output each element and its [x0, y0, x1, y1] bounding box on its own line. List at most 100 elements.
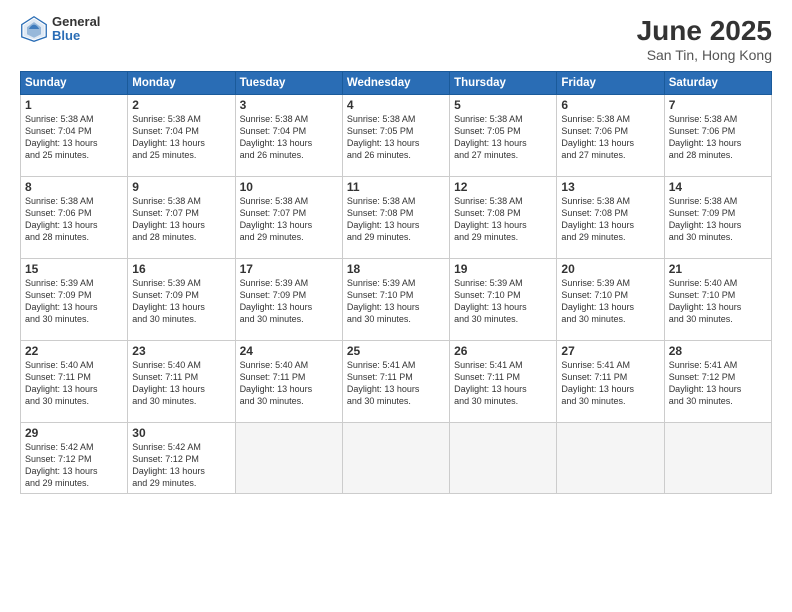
- day-info: Sunrise: 5:38 AMSunset: 7:05 PMDaylight:…: [347, 113, 445, 162]
- page: General Blue June 2025 San Tin, Hong Kon…: [0, 0, 792, 612]
- table-row: [450, 423, 557, 494]
- header: General Blue June 2025 San Tin, Hong Kon…: [20, 15, 772, 63]
- location: San Tin, Hong Kong: [637, 47, 772, 63]
- day-number: 17: [240, 262, 338, 276]
- day-number: 8: [25, 180, 123, 194]
- day-info: Sunrise: 5:39 AMSunset: 7:09 PMDaylight:…: [25, 277, 123, 326]
- table-row: 30Sunrise: 5:42 AMSunset: 7:12 PMDayligh…: [128, 423, 235, 494]
- day-info: Sunrise: 5:40 AMSunset: 7:11 PMDaylight:…: [240, 359, 338, 408]
- table-row: 14Sunrise: 5:38 AMSunset: 7:09 PMDayligh…: [664, 177, 771, 259]
- table-row: [557, 423, 664, 494]
- table-row: 20Sunrise: 5:39 AMSunset: 7:10 PMDayligh…: [557, 259, 664, 341]
- day-info: Sunrise: 5:39 AMSunset: 7:10 PMDaylight:…: [454, 277, 552, 326]
- table-row: 27Sunrise: 5:41 AMSunset: 7:11 PMDayligh…: [557, 341, 664, 423]
- table-row: 11Sunrise: 5:38 AMSunset: 7:08 PMDayligh…: [342, 177, 449, 259]
- table-row: 23Sunrise: 5:40 AMSunset: 7:11 PMDayligh…: [128, 341, 235, 423]
- day-number: 20: [561, 262, 659, 276]
- table-row: 24Sunrise: 5:40 AMSunset: 7:11 PMDayligh…: [235, 341, 342, 423]
- day-info: Sunrise: 5:39 AMSunset: 7:10 PMDaylight:…: [561, 277, 659, 326]
- day-number: 25: [347, 344, 445, 358]
- day-number: 10: [240, 180, 338, 194]
- day-number: 5: [454, 98, 552, 112]
- table-row: 4Sunrise: 5:38 AMSunset: 7:05 PMDaylight…: [342, 95, 449, 177]
- table-row: 15Sunrise: 5:39 AMSunset: 7:09 PMDayligh…: [21, 259, 128, 341]
- day-info: Sunrise: 5:39 AMSunset: 7:10 PMDaylight:…: [347, 277, 445, 326]
- table-row: 26Sunrise: 5:41 AMSunset: 7:11 PMDayligh…: [450, 341, 557, 423]
- calendar-week-4: 22Sunrise: 5:40 AMSunset: 7:11 PMDayligh…: [21, 341, 772, 423]
- day-info: Sunrise: 5:38 AMSunset: 7:06 PMDaylight:…: [25, 195, 123, 244]
- header-wednesday: Wednesday: [342, 72, 449, 95]
- table-row: 18Sunrise: 5:39 AMSunset: 7:10 PMDayligh…: [342, 259, 449, 341]
- day-info: Sunrise: 5:41 AMSunset: 7:11 PMDaylight:…: [347, 359, 445, 408]
- day-info: Sunrise: 5:38 AMSunset: 7:07 PMDaylight:…: [132, 195, 230, 244]
- day-number: 3: [240, 98, 338, 112]
- day-number: 16: [132, 262, 230, 276]
- table-row: 1Sunrise: 5:38 AMSunset: 7:04 PMDaylight…: [21, 95, 128, 177]
- logo-blue-label: Blue: [52, 29, 100, 43]
- table-row: 10Sunrise: 5:38 AMSunset: 7:07 PMDayligh…: [235, 177, 342, 259]
- day-number: 19: [454, 262, 552, 276]
- day-number: 21: [669, 262, 767, 276]
- day-number: 9: [132, 180, 230, 194]
- day-number: 1: [25, 98, 123, 112]
- day-info: Sunrise: 5:38 AMSunset: 7:06 PMDaylight:…: [561, 113, 659, 162]
- day-number: 11: [347, 180, 445, 194]
- day-number: 6: [561, 98, 659, 112]
- day-info: Sunrise: 5:41 AMSunset: 7:12 PMDaylight:…: [669, 359, 767, 408]
- table-row: 28Sunrise: 5:41 AMSunset: 7:12 PMDayligh…: [664, 341, 771, 423]
- calendar-week-5: 29Sunrise: 5:42 AMSunset: 7:12 PMDayligh…: [21, 423, 772, 494]
- calendar-week-2: 8Sunrise: 5:38 AMSunset: 7:06 PMDaylight…: [21, 177, 772, 259]
- header-sunday: Sunday: [21, 72, 128, 95]
- header-friday: Friday: [557, 72, 664, 95]
- day-number: 4: [347, 98, 445, 112]
- day-number: 18: [347, 262, 445, 276]
- title-area: June 2025 San Tin, Hong Kong: [637, 15, 772, 63]
- day-info: Sunrise: 5:38 AMSunset: 7:08 PMDaylight:…: [454, 195, 552, 244]
- header-monday: Monday: [128, 72, 235, 95]
- day-info: Sunrise: 5:39 AMSunset: 7:09 PMDaylight:…: [132, 277, 230, 326]
- day-info: Sunrise: 5:38 AMSunset: 7:04 PMDaylight:…: [240, 113, 338, 162]
- table-row: [235, 423, 342, 494]
- day-number: 7: [669, 98, 767, 112]
- day-number: 13: [561, 180, 659, 194]
- day-number: 14: [669, 180, 767, 194]
- table-row: [342, 423, 449, 494]
- calendar-week-3: 15Sunrise: 5:39 AMSunset: 7:09 PMDayligh…: [21, 259, 772, 341]
- day-number: 15: [25, 262, 123, 276]
- day-number: 24: [240, 344, 338, 358]
- logo-icon: [20, 15, 48, 43]
- day-info: Sunrise: 5:41 AMSunset: 7:11 PMDaylight:…: [454, 359, 552, 408]
- logo-general-label: General: [52, 15, 100, 29]
- day-info: Sunrise: 5:38 AMSunset: 7:08 PMDaylight:…: [347, 195, 445, 244]
- day-number: 28: [669, 344, 767, 358]
- day-number: 23: [132, 344, 230, 358]
- table-row: 13Sunrise: 5:38 AMSunset: 7:08 PMDayligh…: [557, 177, 664, 259]
- day-info: Sunrise: 5:40 AMSunset: 7:11 PMDaylight:…: [132, 359, 230, 408]
- table-row: 25Sunrise: 5:41 AMSunset: 7:11 PMDayligh…: [342, 341, 449, 423]
- day-info: Sunrise: 5:39 AMSunset: 7:09 PMDaylight:…: [240, 277, 338, 326]
- day-info: Sunrise: 5:41 AMSunset: 7:11 PMDaylight:…: [561, 359, 659, 408]
- table-row: 19Sunrise: 5:39 AMSunset: 7:10 PMDayligh…: [450, 259, 557, 341]
- header-thursday: Thursday: [450, 72, 557, 95]
- day-info: Sunrise: 5:42 AMSunset: 7:12 PMDaylight:…: [25, 441, 123, 490]
- table-row: 22Sunrise: 5:40 AMSunset: 7:11 PMDayligh…: [21, 341, 128, 423]
- day-info: Sunrise: 5:40 AMSunset: 7:10 PMDaylight:…: [669, 277, 767, 326]
- day-number: 27: [561, 344, 659, 358]
- day-info: Sunrise: 5:38 AMSunset: 7:07 PMDaylight:…: [240, 195, 338, 244]
- day-number: 12: [454, 180, 552, 194]
- day-number: 2: [132, 98, 230, 112]
- table-row: 12Sunrise: 5:38 AMSunset: 7:08 PMDayligh…: [450, 177, 557, 259]
- day-info: Sunrise: 5:38 AMSunset: 7:05 PMDaylight:…: [454, 113, 552, 162]
- table-row: 2Sunrise: 5:38 AMSunset: 7:04 PMDaylight…: [128, 95, 235, 177]
- day-info: Sunrise: 5:38 AMSunset: 7:04 PMDaylight:…: [25, 113, 123, 162]
- calendar-table: Sunday Monday Tuesday Wednesday Thursday…: [20, 71, 772, 494]
- day-number: 26: [454, 344, 552, 358]
- table-row: 6Sunrise: 5:38 AMSunset: 7:06 PMDaylight…: [557, 95, 664, 177]
- table-row: 17Sunrise: 5:39 AMSunset: 7:09 PMDayligh…: [235, 259, 342, 341]
- day-info: Sunrise: 5:42 AMSunset: 7:12 PMDaylight:…: [132, 441, 230, 490]
- day-info: Sunrise: 5:38 AMSunset: 7:06 PMDaylight:…: [669, 113, 767, 162]
- table-row: 29Sunrise: 5:42 AMSunset: 7:12 PMDayligh…: [21, 423, 128, 494]
- calendar-header-row: Sunday Monday Tuesday Wednesday Thursday…: [21, 72, 772, 95]
- calendar-week-1: 1Sunrise: 5:38 AMSunset: 7:04 PMDaylight…: [21, 95, 772, 177]
- table-row: 7Sunrise: 5:38 AMSunset: 7:06 PMDaylight…: [664, 95, 771, 177]
